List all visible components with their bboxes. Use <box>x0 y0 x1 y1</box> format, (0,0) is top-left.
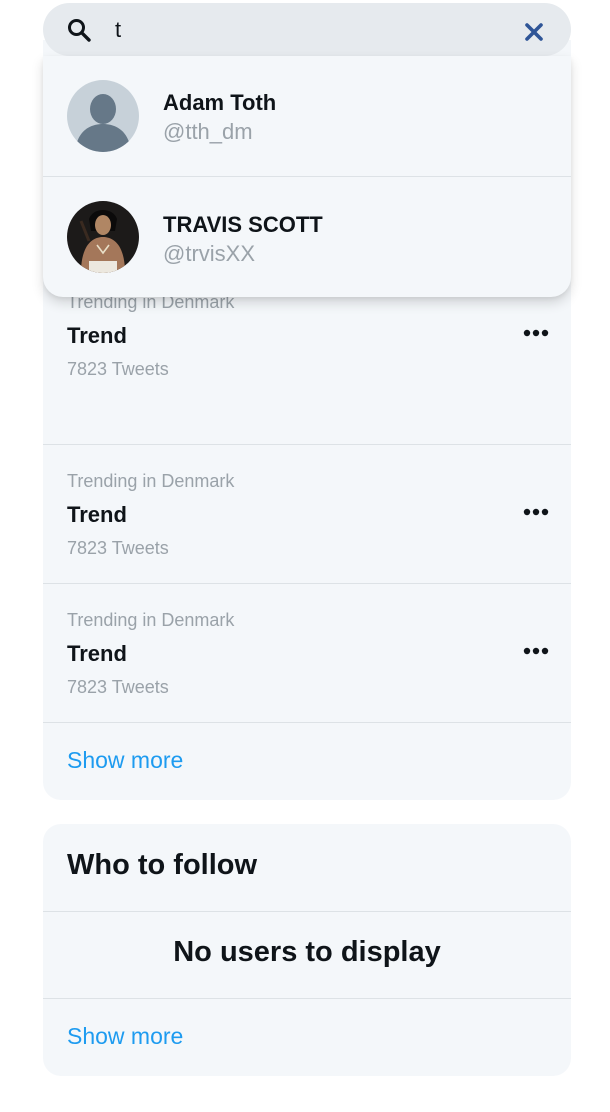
trend-item[interactable]: Trending in Denmark Trend 7823 Tweets <box>43 444 571 582</box>
trend-tweet-count: 7823 Tweets <box>67 677 169 697</box>
trends-show-more-link[interactable]: Show more <box>67 747 183 774</box>
profile-photo-avatar <box>67 201 139 273</box>
trend-name: Trend <box>67 502 127 527</box>
close-icon[interactable] <box>523 21 545 43</box>
search-input[interactable] <box>115 13 495 47</box>
who-to-follow-title: Who to follow <box>67 849 258 881</box>
result-display-name: TRAVIS SCOTT <box>163 212 323 237</box>
search-results-dropdown: Adam Toth @tth_dm TRAVIS SCOTT @trvisXX <box>43 56 571 297</box>
more-options-icon[interactable] <box>523 507 549 517</box>
empty-state-message: No users to display <box>173 936 441 968</box>
trend-item[interactable]: Trending in Denmark Trend 7823 Tweets <box>43 583 571 721</box>
more-options-icon[interactable] <box>523 646 549 656</box>
trend-name: Trend <box>67 641 127 666</box>
trend-tweet-count: 7823 Tweets <box>67 538 169 558</box>
search-bar <box>43 3 571 56</box>
result-handle: @tth_dm <box>163 119 253 144</box>
who-to-follow-panel: Who to follow No users to display Show m… <box>43 824 571 1076</box>
trend-tweet-count: 7823 Tweets <box>67 359 169 379</box>
trend-context: Trending in Denmark <box>67 471 235 491</box>
trends-show-more-row: Show more <box>43 722 571 800</box>
result-display-name: Adam Toth <box>163 90 277 115</box>
trend-context: Trending in Denmark <box>67 610 235 630</box>
search-result-item[interactable]: TRAVIS SCOTT @trvisXX <box>43 176 571 297</box>
follow-show-more-link[interactable]: Show more <box>67 1023 183 1050</box>
follow-show-more-row: Show more <box>43 998 571 1076</box>
empty-state-row: No users to display <box>43 911 571 998</box>
result-handle: @trvisXX <box>163 241 256 266</box>
more-options-icon[interactable] <box>523 328 549 338</box>
search-icon <box>68 19 91 42</box>
search-result-item[interactable]: Adam Toth @tth_dm <box>43 56 571 176</box>
default-avatar <box>67 80 139 152</box>
trend-name: Trend <box>67 323 127 348</box>
